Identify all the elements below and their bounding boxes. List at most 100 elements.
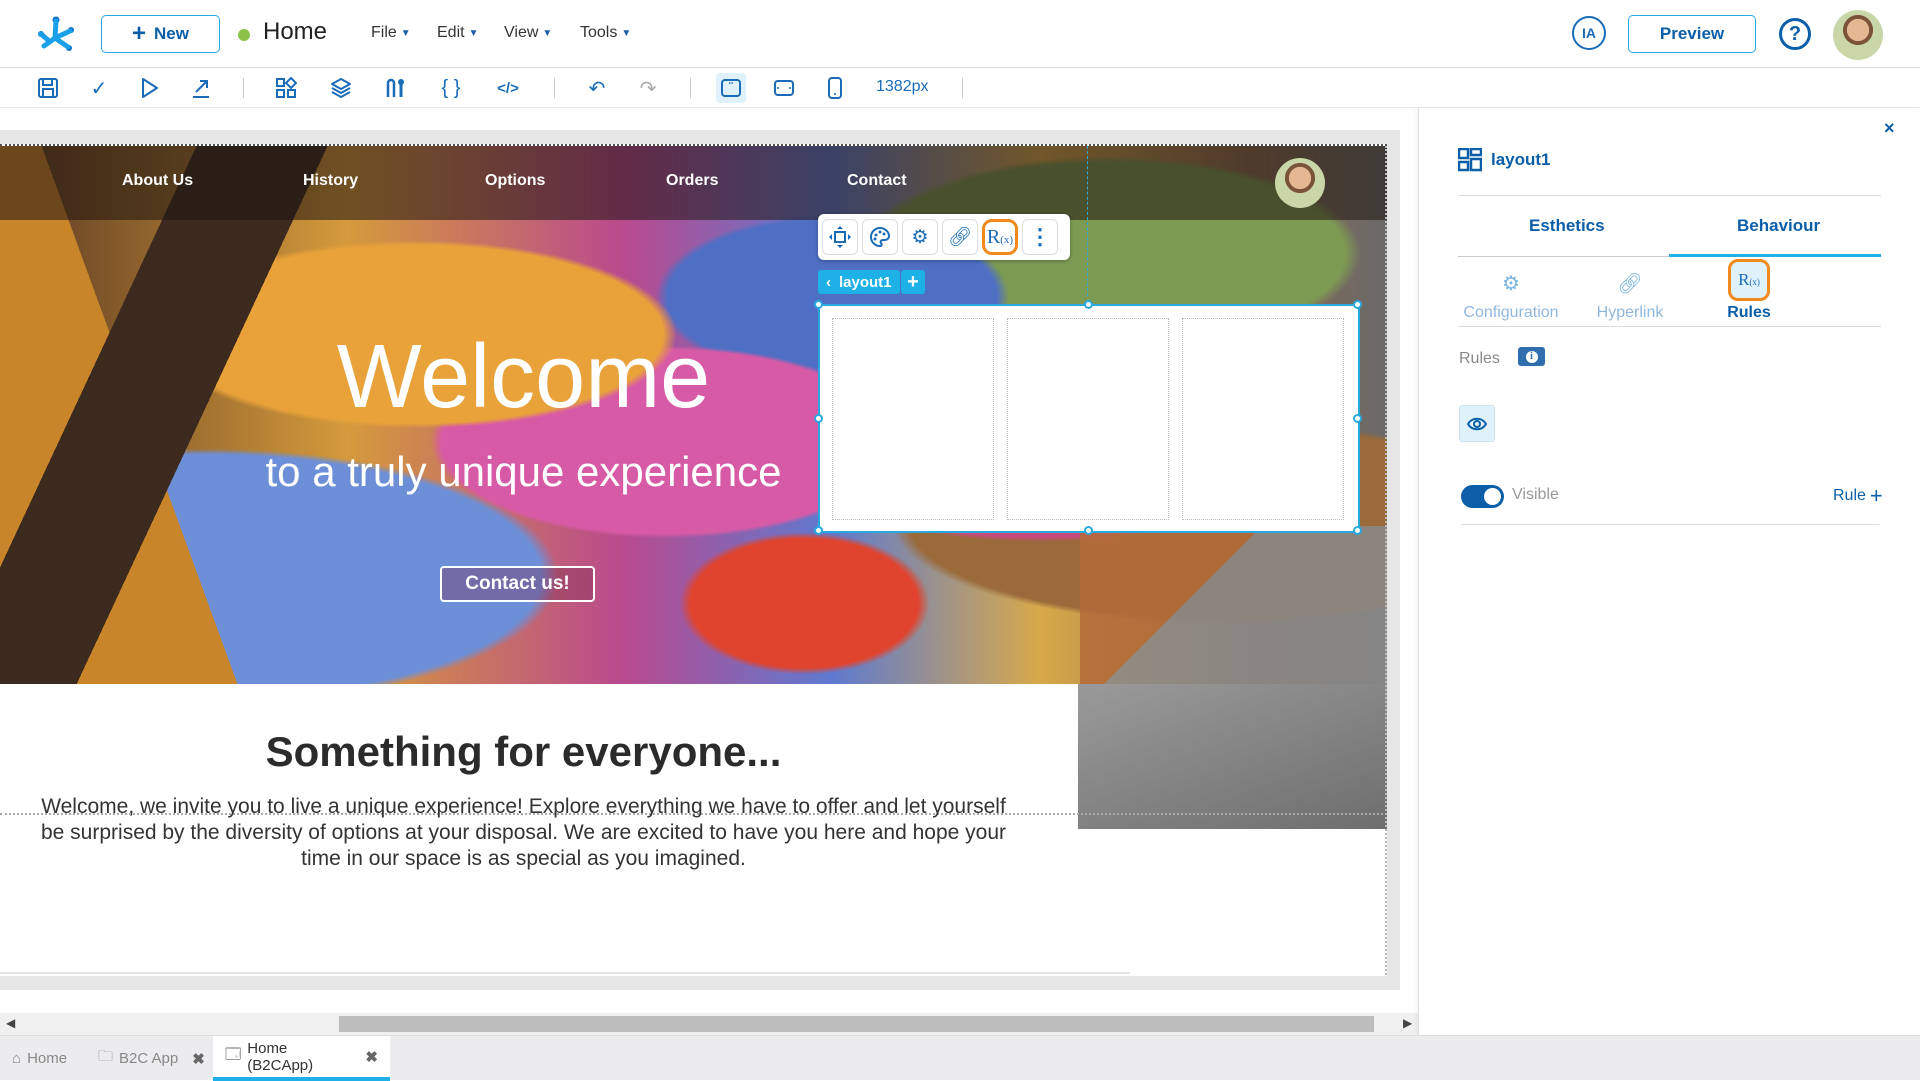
tab-label: Home xyxy=(27,1050,68,1067)
panel-title: layout1 xyxy=(1491,150,1551,169)
add-rule-label: Rule xyxy=(1833,487,1866,504)
page-icon: 🗔︎ xyxy=(225,1046,242,1063)
properties-panel: × layout1 Esthetics Behaviour ⚙ Configur… xyxy=(1418,108,1920,1035)
save-icon[interactable] xyxy=(36,76,60,100)
component-name: layout1 xyxy=(839,273,892,291)
layers-icon[interactable] xyxy=(329,76,353,100)
redo-icon[interactable]: ↷ xyxy=(636,76,660,100)
menu-edit[interactable]: Edit ▼ xyxy=(437,24,478,42)
add-rule-button[interactable]: Rule + xyxy=(1833,483,1883,509)
site-avatar[interactable] xyxy=(1275,158,1325,208)
resize-handle[interactable] xyxy=(1353,414,1362,423)
add-component-button[interactable]: + xyxy=(901,270,925,294)
close-tab-icon[interactable]: ✖ xyxy=(365,1048,378,1066)
toolbar-divider xyxy=(690,78,691,98)
menu-label: File xyxy=(371,24,397,41)
play-icon[interactable] xyxy=(138,76,162,100)
menu-tools[interactable]: Tools ▼ xyxy=(580,24,631,42)
selected-layout-component[interactable] xyxy=(814,300,1362,535)
component-breadcrumb-tag[interactable]: ‹ layout1 xyxy=(818,270,900,294)
nav-link-contact[interactable]: Contact xyxy=(847,172,907,190)
editor-toolbar: ✓ { } </> ↶ ↷ 1382px xyxy=(0,68,1920,108)
visibility-rule-button[interactable] xyxy=(1459,405,1495,442)
horizontal-scrollbar[interactable]: ◀ ▶ xyxy=(0,1013,1418,1035)
home-icon: ⌂ xyxy=(12,1050,22,1067)
layout-column[interactable] xyxy=(1007,318,1169,520)
subtab-configuration[interactable]: ⚙ Configuration xyxy=(1456,268,1566,322)
desktop-view-icon[interactable] xyxy=(716,73,746,103)
ia-assistant-icon[interactable]: IA xyxy=(1572,16,1606,50)
subtab-hyperlink[interactable]: 🔗︎ Hyperlink xyxy=(1575,268,1685,322)
resize-handle[interactable] xyxy=(1084,300,1093,309)
resize-handle[interactable] xyxy=(814,414,823,423)
app-logo-icon[interactable] xyxy=(36,14,76,54)
page-boundary xyxy=(1385,146,1387,976)
resize-handle[interactable] xyxy=(814,300,823,309)
resize-handle[interactable] xyxy=(1353,526,1362,535)
eye-icon xyxy=(1467,417,1487,430)
nav-link-history[interactable]: History xyxy=(303,172,358,190)
layout-column[interactable] xyxy=(1182,318,1344,520)
layout-column[interactable] xyxy=(832,318,994,520)
link-icon[interactable]: 🔗︎ xyxy=(942,219,978,255)
braces-icon[interactable]: { } xyxy=(439,76,463,100)
chevron-down-icon: ▼ xyxy=(621,27,632,39)
scroll-right-icon[interactable]: ▶ xyxy=(1403,1016,1412,1030)
resize-handle[interactable] xyxy=(1353,300,1362,309)
subtab-label: Rules xyxy=(1727,304,1771,321)
toolbar-divider xyxy=(243,78,244,98)
nav-link-options[interactable]: Options xyxy=(485,172,545,190)
doc-tab-home[interactable]: ⌂ Home xyxy=(12,1036,67,1081)
chevron-down-icon: ▼ xyxy=(468,27,479,39)
folder-icon: 🗀︎ xyxy=(98,1048,114,1065)
new-button[interactable]: + New xyxy=(101,15,220,53)
resize-handle[interactable] xyxy=(814,526,823,535)
rules-icon[interactable]: R(x) xyxy=(982,219,1018,255)
hero-texture-bottom xyxy=(1078,684,1387,829)
chevron-down-icon: ▼ xyxy=(400,27,411,39)
code-icon[interactable]: </> xyxy=(496,76,520,100)
resize-handle[interactable] xyxy=(1084,526,1093,535)
check-icon[interactable]: ✓ xyxy=(87,76,111,100)
doc-tab-home-b2capp[interactable]: 🗔︎ Home (B2CApp) ✖ xyxy=(213,1036,390,1081)
info-icon[interactable]: i xyxy=(1518,347,1545,366)
menu-label: Tools xyxy=(580,24,618,41)
help-icon[interactable]: ? xyxy=(1779,18,1811,50)
status-dot xyxy=(238,29,250,41)
menu-file[interactable]: File ▼ xyxy=(371,24,411,42)
contact-us-button[interactable]: Contact us! xyxy=(440,566,595,602)
tablet-view-icon[interactable] xyxy=(772,76,796,100)
settings-icon: ⚙ xyxy=(1502,272,1520,295)
mobile-view-icon[interactable] xyxy=(823,76,847,100)
undo-icon[interactable]: ↶ xyxy=(585,76,609,100)
app-header: + New Home File ▼ Edit ▼ View ▼ Tools ▼ IA P… xyxy=(0,0,1920,68)
nav-link-orders[interactable]: Orders xyxy=(666,172,718,190)
tab-esthetics[interactable]: Esthetics xyxy=(1529,216,1605,236)
variables-icon[interactable] xyxy=(384,76,408,100)
preview-button[interactable]: Preview xyxy=(1628,15,1756,53)
chevron-down-icon: ▼ xyxy=(542,27,553,39)
scrollbar-thumb[interactable] xyxy=(339,1016,1374,1032)
tab-label: B2C App xyxy=(119,1050,179,1067)
close-panel-icon[interactable]: × xyxy=(1884,118,1895,139)
settings-icon[interactable]: ⚙ xyxy=(902,219,938,255)
active-tab-indicator xyxy=(1669,254,1881,257)
scroll-left-icon[interactable]: ◀ xyxy=(6,1016,15,1030)
doc-tab-b2c-app[interactable]: 🗀︎ B2C App ✖ xyxy=(98,1036,205,1081)
close-tab-icon[interactable]: ✖ xyxy=(192,1050,205,1068)
visible-toggle[interactable] xyxy=(1461,485,1504,508)
toolbar-divider xyxy=(962,78,963,98)
page-preview[interactable]: About Us History Options Orders Contact … xyxy=(0,144,1387,976)
nav-link-about-us[interactable]: About Us xyxy=(122,172,193,190)
move-icon[interactable] xyxy=(822,219,858,255)
subtab-rules[interactable]: R(x) Rules xyxy=(1694,259,1804,322)
user-avatar[interactable] xyxy=(1833,10,1883,60)
export-icon[interactable] xyxy=(189,76,213,100)
section-title: Something for everyone... xyxy=(265,728,782,775)
more-options-icon[interactable]: ⋮ xyxy=(1022,219,1058,255)
components-icon[interactable] xyxy=(274,76,298,100)
link-icon: 🔗︎ xyxy=(1617,272,1643,295)
tab-behaviour[interactable]: Behaviour xyxy=(1737,216,1820,236)
menu-view[interactable]: View ▼ xyxy=(504,24,552,42)
palette-icon[interactable] xyxy=(862,219,898,255)
